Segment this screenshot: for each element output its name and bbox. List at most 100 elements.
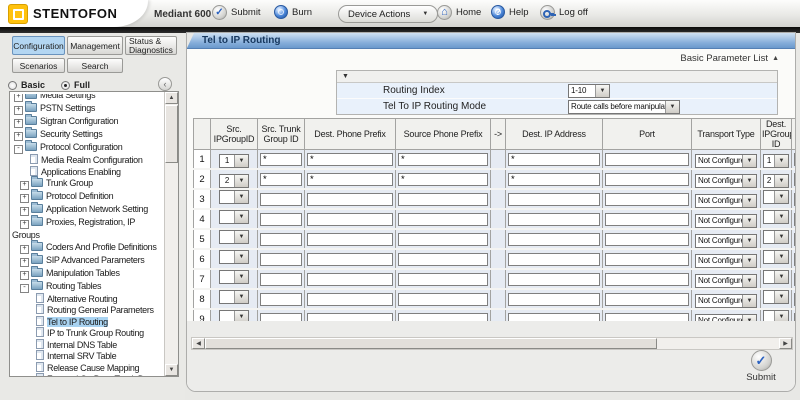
tree-item-protocol-configuration[interactable]: -Protocol Configuration <box>12 141 164 154</box>
scroll-up-icon[interactable]: ▲ <box>165 92 178 104</box>
expand-icon[interactable]: + <box>14 132 23 141</box>
port-input[interactable] <box>605 253 689 266</box>
dest_ip-input[interactable] <box>508 233 600 246</box>
tree-item-routing-tables[interactable]: -Routing Tables <box>12 280 164 293</box>
tree-item-routing-general-parameters[interactable]: Routing General Parameters <box>12 304 164 316</box>
expand-icon[interactable]: + <box>20 207 29 216</box>
expand-icon[interactable]: + <box>14 106 23 115</box>
transport-select[interactable]: Not Configured▼ <box>695 214 757 228</box>
tree-scrollbar[interactable]: ▲ ▼ <box>164 92 178 376</box>
home-button[interactable]: ⌂ Home <box>437 5 481 20</box>
src_trunk-input[interactable] <box>260 273 302 286</box>
src_trunk-input[interactable] <box>260 293 302 306</box>
tree-item-tel-to-ip-routing[interactable]: Tel to IP Routing <box>12 316 164 328</box>
ip_profile-input[interactable] <box>794 253 795 266</box>
dest_ip_group-select[interactable]: ▼ <box>763 290 789 304</box>
params-collapse-header[interactable]: ▼ <box>337 71 777 83</box>
dest_ip_group-select[interactable]: ▼ <box>763 230 789 244</box>
port-input[interactable] <box>605 213 689 226</box>
routing-index-select[interactable]: 1-10 ▼ <box>568 84 610 98</box>
expand-icon[interactable]: + <box>20 181 29 190</box>
src_ip_group-select[interactable]: ▼ <box>219 210 249 224</box>
source_prefix-input[interactable] <box>398 293 488 306</box>
tree-item-pstn-settings[interactable]: +PSTN Settings <box>12 102 164 115</box>
collapse-icon[interactable]: - <box>20 284 29 293</box>
transport-select[interactable]: Not Configured▼ <box>695 254 757 268</box>
help-button[interactable]: ? Help <box>491 5 529 19</box>
src_ip_group-select[interactable]: ▼ <box>219 190 249 204</box>
expand-icon[interactable]: + <box>20 258 29 267</box>
src_ip_group-select[interactable]: ▼ <box>219 250 249 264</box>
src_trunk-input[interactable] <box>260 193 302 206</box>
ip_profile-input[interactable] <box>794 293 795 306</box>
dest_prefix-input[interactable] <box>307 253 393 266</box>
scroll-left-icon[interactable]: ◀ <box>192 338 205 349</box>
dest_ip-input[interactable] <box>508 193 600 206</box>
tree-item-internal-dns-table[interactable]: Internal DNS Table <box>12 339 164 351</box>
source_prefix-input[interactable] <box>398 153 488 166</box>
expand-icon[interactable]: + <box>20 271 29 280</box>
transport-select[interactable]: Not Configured▼ <box>695 174 757 188</box>
tree-item-sigtran-configuration[interactable]: +Sigtran Configuration <box>12 115 164 128</box>
src_trunk-input[interactable] <box>260 153 302 166</box>
expand-icon[interactable]: + <box>20 220 29 229</box>
dest_prefix-input[interactable] <box>307 213 393 226</box>
port-input[interactable] <box>605 273 689 286</box>
logoff-button[interactable]: Log off <box>540 5 588 20</box>
tab-search[interactable]: Search <box>67 58 123 73</box>
port-input[interactable] <box>605 293 689 306</box>
burn-button[interactable]: Burn <box>274 5 312 19</box>
ip_profile-input[interactable] <box>794 213 795 226</box>
dest_prefix-input[interactable] <box>307 153 393 166</box>
port-input[interactable] <box>605 153 689 166</box>
dest_prefix-input[interactable] <box>307 193 393 206</box>
dest_ip-input[interactable] <box>508 213 600 226</box>
src_trunk-input[interactable] <box>260 233 302 246</box>
collapse-icon[interactable]: - <box>14 145 23 154</box>
dest_ip_group-select[interactable]: ▼ <box>763 270 789 284</box>
basic-parameter-list-toggle[interactable]: Basic Parameter List ▲ <box>680 53 779 64</box>
dest_ip_group-select[interactable]: ▼ <box>763 210 789 224</box>
port-input[interactable] <box>605 233 689 246</box>
expand-icon[interactable]: + <box>20 245 29 254</box>
ip_profile-input[interactable] <box>794 233 795 246</box>
ip_profile-input[interactable] <box>794 193 795 206</box>
dest_ip_group-select[interactable]: ▼ <box>763 250 789 264</box>
dest_prefix-input[interactable] <box>307 273 393 286</box>
dest_ip-input[interactable] <box>508 153 600 166</box>
transport-select[interactable]: Not Configured▼ <box>695 234 757 248</box>
ip_profile-input[interactable] <box>794 273 795 286</box>
tab-scenarios[interactable]: Scenarios <box>12 58 65 73</box>
src_trunk-input[interactable] <box>260 213 302 226</box>
dest_ip-input[interactable] <box>508 173 600 186</box>
source_prefix-input[interactable] <box>398 193 488 206</box>
dest_ip_group-select[interactable]: 1▼ <box>763 154 789 168</box>
tree-item-media-settings[interactable]: +Media Settings <box>12 94 164 102</box>
dest_ip-input[interactable] <box>508 253 600 266</box>
dest_ip_group-select[interactable]: 2▼ <box>763 174 789 188</box>
tab-configuration[interactable]: Configuration <box>12 36 65 55</box>
source_prefix-input[interactable] <box>398 213 488 226</box>
collapse-sidebar-button[interactable]: ‹ <box>158 77 172 91</box>
src_ip_group-select[interactable]: ▼ <box>219 230 249 244</box>
tree-item-alternative-routing[interactable]: Alternative Routing <box>12 293 164 305</box>
tab-status-diagnostics[interactable]: Status & Diagnostics <box>125 36 177 55</box>
tree-item-release-cause-mapping[interactable]: Release Cause Mapping <box>12 362 164 374</box>
tree-scrollbar-thumb[interactable] <box>165 105 178 163</box>
routing-mode-select[interactable]: Route calls before manipulation ▼ <box>568 100 680 114</box>
transport-select[interactable]: Not Configured▼ <box>695 294 757 308</box>
expand-icon[interactable]: + <box>14 119 23 128</box>
source_prefix-input[interactable] <box>398 233 488 246</box>
scroll-down-icon[interactable]: ▼ <box>165 364 178 376</box>
dest_ip-input[interactable] <box>508 273 600 286</box>
submit-toolbar-button[interactable]: ✓ Submit <box>212 5 261 20</box>
scroll-right-icon[interactable]: ▶ <box>779 338 792 349</box>
ip_profile-input[interactable] <box>794 153 795 166</box>
source_prefix-input[interactable] <box>398 273 488 286</box>
src_ip_group-select[interactable]: ▼ <box>219 290 249 304</box>
dest_ip-input[interactable] <box>508 293 600 306</box>
ip_profile-input[interactable] <box>794 173 795 186</box>
port-input[interactable] <box>605 173 689 186</box>
tree-item-forward-on-busy-trunk-dest[interactable]: Forward On Busy Trunk Dest <box>12 373 164 376</box>
expand-icon[interactable]: + <box>20 194 29 203</box>
